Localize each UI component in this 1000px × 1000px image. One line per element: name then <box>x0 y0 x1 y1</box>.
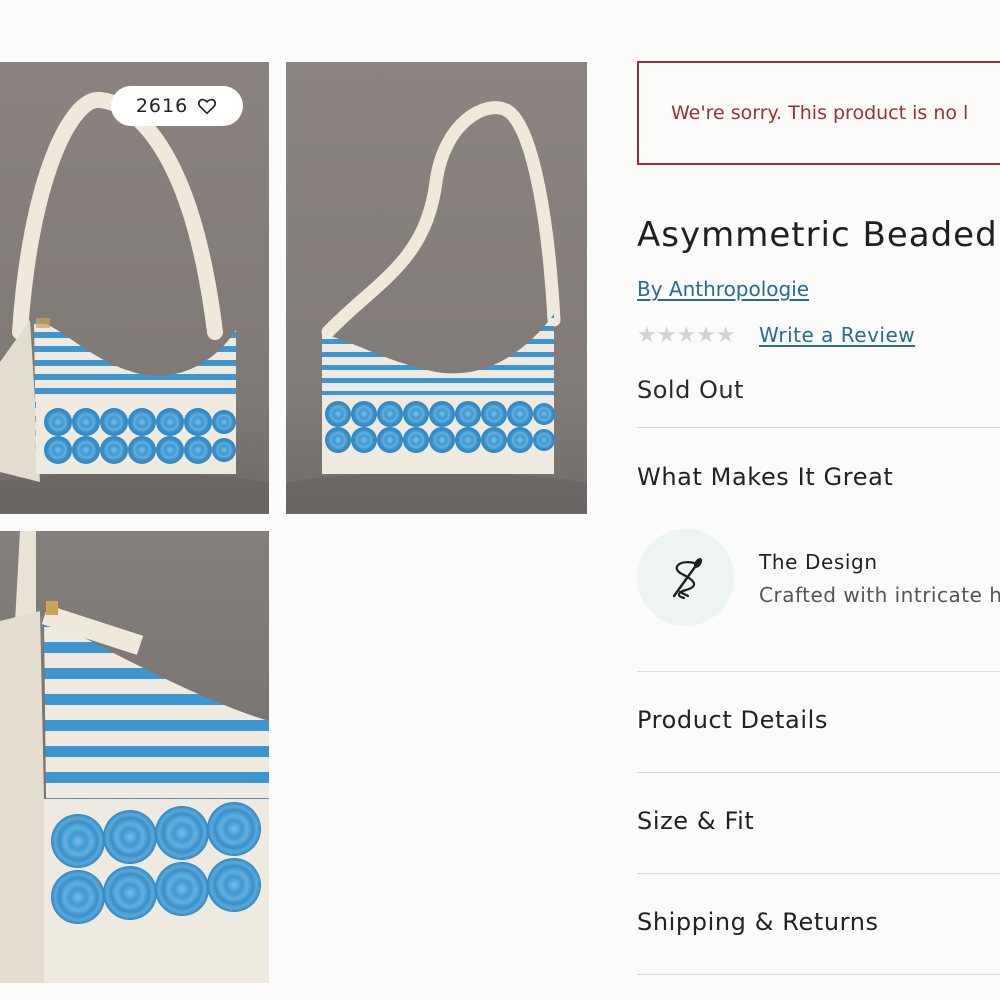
rating-stars: ★★★★★ <box>637 323 736 348</box>
product-photo-closeup[interactable] <box>0 531 269 983</box>
bag-front-image <box>0 62 269 514</box>
like-counter-button[interactable]: 2616 <box>111 86 243 126</box>
heart-icon <box>198 98 217 115</box>
shipping-returns-accordion[interactable]: Shipping & Returns <box>637 908 879 936</box>
brand-link[interactable]: By Anthropologie <box>637 277 809 301</box>
product-page: 2616 We're sorry. This product is no l A… <box>0 0 1000 1000</box>
unavailable-notice: We're sorry. This product is no l <box>637 61 1000 165</box>
divider <box>637 772 1000 773</box>
divider <box>637 671 1000 672</box>
product-details-accordion[interactable]: Product Details <box>637 706 828 734</box>
likes-count: 2616 <box>135 95 189 117</box>
divider <box>637 974 1000 975</box>
needle-thread-icon <box>637 529 734 626</box>
feature-text: Crafted with intricate h <box>759 583 1000 607</box>
write-review-link[interactable]: Write a Review <box>759 323 915 347</box>
star-icons: ★★★★★ <box>637 323 736 348</box>
stock-status: Sold Out <box>637 376 744 404</box>
bag-closeup-image <box>0 531 269 983</box>
product-photo-angle[interactable] <box>286 62 587 514</box>
divider <box>637 427 1000 428</box>
needle-thread-glyph <box>672 557 702 599</box>
size-fit-accordion[interactable]: Size & Fit <box>637 807 754 835</box>
what-makes-it-great-heading: What Makes It Great <box>637 463 894 491</box>
feature-title: The Design <box>759 550 878 574</box>
bag-angle-image <box>286 62 587 514</box>
notice-text: We're sorry. This product is no l <box>671 102 969 124</box>
divider <box>637 873 1000 874</box>
product-title: Asymmetric Beaded <box>637 215 998 255</box>
product-photo-front[interactable] <box>0 62 269 514</box>
